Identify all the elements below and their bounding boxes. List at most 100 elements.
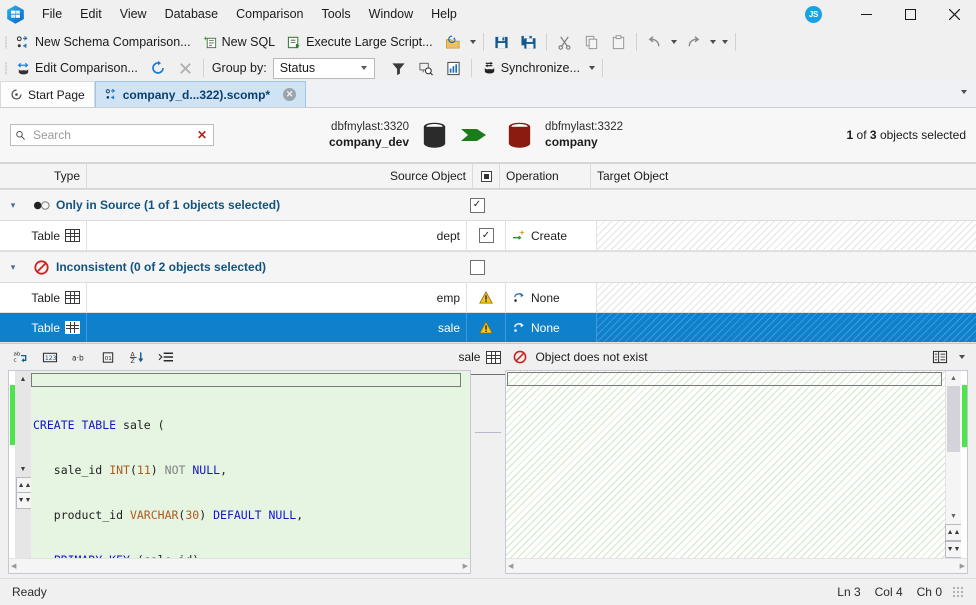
toolbar-overflow[interactable] [719,31,731,53]
user-avatar[interactable]: JS [805,5,822,23]
tab-company-scomp[interactable]: company_d...322).scomp* ✕ [94,81,307,107]
menu-item-help[interactable]: Help [422,3,466,25]
refresh-icon [152,60,164,74]
menu-item-view[interactable]: View [111,3,156,25]
sort-az-icon[interactable]: A Z [124,346,150,369]
tab-list-dropdown[interactable] [958,81,970,103]
toolbar-grip-2[interactable] [2,60,10,76]
indent-icon[interactable] [153,346,179,369]
scroll-right-icon[interactable]: ▶ [960,562,965,570]
redo-dropdown[interactable] [707,31,719,53]
scroll-left-icon[interactable]: ◀ [11,562,16,570]
column-header-operation[interactable]: Operation [500,164,591,188]
source-horizontal-scrollbar[interactable]: ◀ ▶ [9,558,470,573]
tab-close-icon[interactable]: ✕ [283,88,297,101]
copy-button[interactable] [578,30,605,54]
select-all-checkbox[interactable] [480,170,492,182]
scrollbar-track[interactable] [946,386,961,509]
scroll-down-icon[interactable]: ▼ [946,509,961,524]
group-expand-chevron-icon[interactable]: ▾ [0,252,26,282]
view-mode-icon[interactable] [927,346,953,369]
search-input[interactable] [30,127,190,143]
new-sql-button[interactable]: New SQL [197,30,282,54]
scroll-right-icon[interactable]: ▶ [463,562,468,570]
group-row-inconsistent[interactable]: ▾ Inconsistent (0 of 2 objects selected) [0,251,976,283]
checkbox-checked[interactable]: ✓ [469,197,485,213]
cancel-button[interactable] [172,56,199,80]
scroll-up-icon[interactable]: ▲ [946,371,961,386]
save-button[interactable] [488,30,515,54]
table-row[interactable]: Table dept ✓ Create [0,221,976,251]
ignore-numbers-icon[interactable]: 123 [37,346,63,369]
maximize-button[interactable] [888,0,932,28]
search-box[interactable]: ✕ [10,124,214,146]
collapse-marker-icon[interactable]: ▼ [18,464,28,474]
menu-item-window[interactable]: Window [360,3,422,25]
new-schema-comparison-button[interactable]: New Schema Comparison... [10,30,197,54]
source-sql-code[interactable]: CREATE TABLE sale ( sale_id INT(11) NOT … [31,371,470,558]
group-by-select[interactable]: Status [272,57,375,79]
binary-icon[interactable]: 01 [95,346,121,369]
tab-start-page[interactable]: Start Page [0,81,95,107]
target-code-area[interactable]: ▲ ▼ ▲▲ ▼▼ [506,371,967,558]
column-header-type[interactable]: Type [0,164,87,188]
group-target-spacer [568,190,976,220]
target-vertical-scrollbar[interactable]: ▲ ▼ ▲▲ ▼▼ [945,371,962,558]
table-row[interactable]: Table emp None [0,283,976,313]
scrollbar-thumb[interactable] [947,386,960,452]
open-recent-button[interactable] [439,30,467,54]
refresh-button[interactable] [144,56,172,80]
row-warning-emp[interactable] [467,283,506,312]
group-checkbox-inconsistent[interactable] [464,252,490,282]
collapse-marker-icon[interactable]: ▲ [18,374,28,384]
ignore-whitespace-icon[interactable]: a·b [66,346,92,369]
synchronize-dropdown[interactable] [586,57,598,79]
menu-item-edit[interactable]: Edit [71,3,111,25]
cut-button[interactable] [551,30,578,54]
code-line-4: PRIMARY KEY (sale_id) [33,553,470,558]
open-recent-dropdown[interactable] [467,31,479,53]
source-code-pane[interactable]: ▲ ▼ ▲▲ ▼▼ CREATE TABLE sale ( sale_id IN… [8,370,471,574]
column-header-source-object[interactable]: Source Object [87,164,473,188]
save-all-button[interactable] [515,30,542,54]
undo-button[interactable] [641,30,668,54]
scroll-left-icon[interactable]: ◀ [508,562,513,570]
prev-change-button[interactable]: ▲▲ [945,524,962,541]
group-checkbox-only-in-source[interactable]: ✓ [464,190,490,220]
clear-search-icon[interactable]: ✕ [195,128,209,142]
column-header-target-object[interactable]: Target Object [591,164,976,188]
group-row-only-in-source[interactable]: ▾ Only in Source (1 of 1 objects selecte… [0,189,976,221]
execute-large-script-button[interactable]: Execute Large Script... [281,30,438,54]
ignore-case-icon[interactable]: ab c [8,346,34,369]
detail-panel-dropdown[interactable] [956,346,968,368]
edit-comparison-button[interactable]: Edit Comparison... [10,56,144,80]
target-horizontal-scrollbar[interactable]: ◀ ▶ [506,558,967,573]
checkbox-checked[interactable]: ✓ [478,228,494,243]
checkbox-unchecked[interactable] [469,259,485,275]
detail-status-message: Object does not exist [535,350,648,364]
paste-button[interactable] [605,30,632,54]
menu-item-database[interactable]: Database [156,3,228,25]
undo-dropdown[interactable] [668,31,680,53]
menu-item-tools[interactable]: Tools [312,3,359,25]
column-header-select-all[interactable] [473,164,500,188]
find-objects-button[interactable] [412,56,440,80]
filter-button[interactable] [385,56,412,80]
synchronize-button[interactable]: Synchronize... [476,56,586,80]
redo-button[interactable] [680,30,707,54]
next-change-button[interactable]: ▼▼ [945,541,962,558]
target-code-pane[interactable]: ▲ ▼ ▲▲ ▼▼ ◀ ▶ [505,370,968,574]
group-expand-chevron-icon[interactable]: ▾ [0,190,26,220]
menu-item-comparison[interactable]: Comparison [227,3,312,25]
toolbar-grip[interactable] [2,34,10,50]
row-checkbox-dept[interactable]: ✓ [467,221,506,250]
source-gutter[interactable]: ▲ ▼ ▲▲ ▼▼ [15,371,33,558]
window-resize-grip[interactable] [952,586,964,598]
table-row[interactable]: Table sale None [0,313,976,343]
menu-item-file[interactable]: File [33,3,71,25]
report-button[interactable] [440,56,467,80]
minimize-button[interactable] [844,0,888,28]
close-button[interactable] [932,0,976,28]
row-warning-sale[interactable] [467,313,506,342]
source-code-area[interactable]: ▲ ▼ ▲▲ ▼▼ CREATE TABLE sale ( sale_id IN… [9,371,470,558]
